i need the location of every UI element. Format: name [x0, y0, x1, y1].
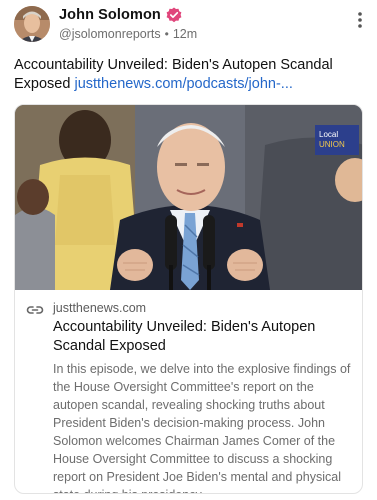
post-time: 12m	[172, 27, 198, 41]
svg-text:UNION: UNION	[319, 140, 345, 149]
card-domain[interactable]: justthenews.com	[53, 300, 354, 316]
more-vertical-icon[interactable]	[355, 10, 365, 30]
author-info: John Solomon @jsolomonreports • 12m	[59, 6, 197, 41]
verified-badge-icon	[166, 7, 182, 23]
post-header: John Solomon @jsolomonreports • 12m	[14, 6, 367, 46]
card-title[interactable]: Accountability Unveiled: Biden's Autopen…	[53, 318, 354, 356]
post-text: Accountability Unveiled: Biden's Autopen…	[14, 56, 364, 94]
author-handle[interactable]: @jsolomonreports	[59, 27, 161, 41]
link-preview-card[interactable]: Local UNION justthenews.com Accountabili…	[14, 104, 363, 494]
card-description: In this episode, we delve into the explo…	[53, 362, 351, 493]
preview-image[interactable]: Local UNION	[15, 105, 362, 290]
card-body: justthenews.com Accountability Unveiled:…	[15, 294, 362, 493]
avatar[interactable]	[14, 6, 50, 42]
author-name[interactable]: John Solomon	[59, 7, 161, 23]
post-link[interactable]: justthenews.com/podcasts/john-...	[74, 76, 292, 92]
meta-separator: •	[164, 27, 169, 41]
link-chain-icon	[26, 306, 44, 314]
svg-text:Local: Local	[319, 130, 338, 139]
